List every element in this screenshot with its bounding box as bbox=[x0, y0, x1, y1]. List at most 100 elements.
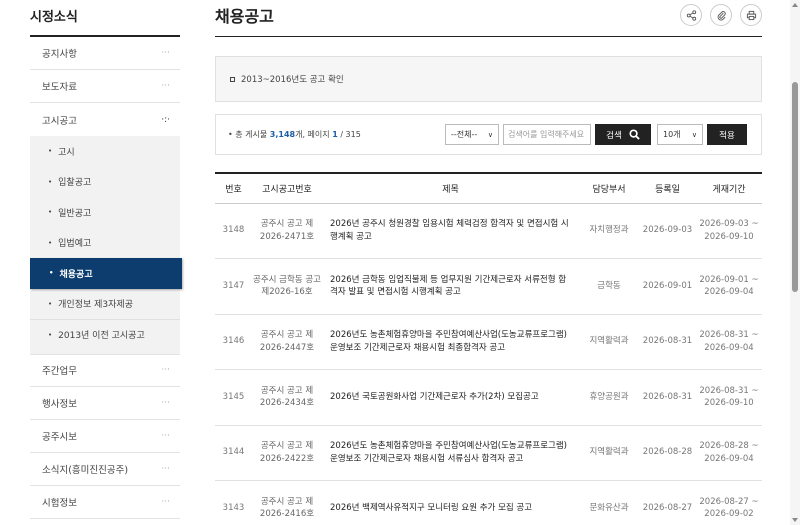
apply-button[interactable]: 적용 bbox=[707, 124, 747, 145]
row-title-link[interactable]: 2026년 국토공원화사업 기간제근로자 추가(2차) 모집공고 bbox=[322, 369, 579, 426]
row-period: 2026-08-31 ~ 2026-09-04 bbox=[696, 314, 762, 370]
current-page: 1 bbox=[332, 130, 338, 139]
per-page-value: 10개 bbox=[663, 130, 681, 139]
sidebar-item-press[interactable]: 보도자료 ··· bbox=[30, 70, 180, 103]
row-title-link[interactable]: 2026년 백제역사유적지구 모니터링 요원 추가 모집 공고 bbox=[322, 480, 579, 525]
row-dept: 문화유산과 bbox=[579, 480, 639, 525]
sidebar-title: 시정소식 bbox=[30, 0, 180, 37]
bullet-icon: • bbox=[48, 299, 53, 308]
print-icon bbox=[746, 10, 756, 20]
bullet-icon: • bbox=[48, 208, 53, 217]
scroll-down-icon[interactable] bbox=[792, 518, 798, 522]
row-dept: 자치행정과 bbox=[579, 203, 639, 259]
submenu-item-bid[interactable]: • 입찰공고 bbox=[30, 167, 180, 198]
print-button[interactable] bbox=[740, 4, 762, 26]
sidebar-item-label: 행사정보 bbox=[42, 398, 77, 410]
sidebar-item-notices[interactable]: 공지사항 ··· bbox=[30, 37, 180, 70]
submenu-item-legislation[interactable]: • 입법예고 bbox=[30, 228, 180, 259]
page-scrollbar[interactable] bbox=[790, 0, 800, 525]
main-content: 채용공고 2013~2016년도 공고 확인 • 총 게시물 3,148개, 페… bbox=[215, 0, 762, 525]
row-title-link[interactable]: 2026년도 농촌체험휴양마을 주민참여예산사업(도농교류프로그램) 운영보조 … bbox=[322, 314, 579, 370]
submenu-label: 일반공고 bbox=[58, 208, 92, 219]
share-icon bbox=[686, 9, 696, 21]
scope-select[interactable]: --전체-- ∨ bbox=[445, 124, 499, 145]
archive-link[interactable]: 2013~2016년도 공고 확인 bbox=[241, 73, 344, 85]
row-date: 2026-09-03 bbox=[639, 203, 696, 259]
col-header-period: 게재기간 bbox=[696, 172, 762, 204]
sidebar-item-events[interactable]: 행사정보 ··· bbox=[30, 387, 180, 420]
sidebar-item-label: 주간업무 bbox=[42, 366, 77, 377]
search-button[interactable]: 검색 bbox=[595, 124, 651, 145]
sidebar-item-label: 시험정보 bbox=[42, 497, 77, 509]
sidebar-item-label: 소식지(흥미진진공주) bbox=[42, 464, 129, 476]
more-dots-icon: ··· bbox=[161, 463, 170, 474]
submenu-label: 채용공고 bbox=[59, 269, 93, 280]
submenu-item-privacy[interactable]: • 개인정보 제3자제공 bbox=[30, 289, 180, 320]
scroll-thumb[interactable] bbox=[792, 82, 798, 292]
archive-notice-box: 2013~2016년도 공고 확인 bbox=[215, 56, 762, 102]
sidebar-item-announcements[interactable]: 고시공고 ·:· bbox=[30, 103, 180, 136]
sidebar-item-weekly[interactable]: 주간업무 ··· bbox=[30, 353, 180, 387]
sidebar-item-newsletter[interactable]: 소식지(흥미진진공주) ··· bbox=[30, 453, 180, 486]
clip-icon bbox=[717, 10, 726, 20]
submenu-item-general[interactable]: • 일반공고 bbox=[30, 197, 180, 228]
sidebar-item-label: 고시공고 bbox=[42, 115, 77, 127]
row-dept: 금학동 bbox=[579, 258, 639, 315]
count-total: 3,148 bbox=[269, 130, 296, 139]
table-row[interactable]: 3145 공주시 공고 제2026-2434호 2026년 국토공원화사업 기간… bbox=[215, 369, 762, 426]
share-button[interactable] bbox=[680, 4, 702, 26]
col-header-number: 번호 bbox=[215, 172, 252, 204]
submenu-item-notice[interactable]: • 고시 bbox=[30, 136, 180, 167]
row-code: 공주시 공고 제2026-2416호 bbox=[252, 480, 322, 525]
submenu-label: 2013년 이전 고시공고 bbox=[58, 331, 145, 342]
row-period: 2026-09-01 ~ 2026-09-04 bbox=[696, 258, 762, 315]
table-row[interactable]: 3148 공주시 공고 제2026-2471호 2026년 공주시 청원경찰 임… bbox=[215, 203, 762, 259]
bullet-icon: • bbox=[49, 269, 54, 278]
submenu-label: 입법예고 bbox=[58, 239, 92, 250]
row-dept: 휴양공원과 bbox=[579, 369, 639, 426]
sidebar-item-label: 보도자료 bbox=[42, 82, 77, 93]
search-input[interactable]: 검색어를 입력해주세요 bbox=[503, 124, 591, 145]
row-date: 2026-08-31 bbox=[639, 369, 696, 426]
title-actions bbox=[680, 4, 762, 26]
sidebar-item-gazette[interactable]: 공주시보 ··· bbox=[30, 420, 180, 453]
row-number: 3144 bbox=[215, 425, 252, 481]
table-row[interactable]: 3147 공주시 금학동 공고 제2026-16호 2026년 금학동 임업직불… bbox=[215, 258, 762, 315]
row-title-link[interactable]: 2026년 공주시 청원경찰 임용시험 체력검정 합격자 및 면접시험 시행계획… bbox=[322, 203, 579, 259]
square-bullet-icon bbox=[230, 76, 235, 82]
row-number: 3145 bbox=[215, 369, 252, 426]
table-row[interactable]: 3144 공주시 공고 제2026-2422호 2026년도 농촌체험휴양마을 … bbox=[215, 425, 762, 481]
row-period: 2026-08-28 ~ 2026-09-04 bbox=[696, 425, 762, 481]
table-row[interactable]: 3143 공주시 공고 제2026-2416호 2026년 백제역사유적지구 모… bbox=[215, 480, 762, 525]
recruitment-table: 번호 고시공고번호 제목 담당부서 등록일 게재기간 3148 공주시 공고 제… bbox=[215, 172, 762, 525]
col-header-code: 고시공고번호 bbox=[252, 172, 322, 204]
submenu-item-archive[interactable]: • 2013년 이전 고시공고 bbox=[30, 319, 180, 350]
bullet-icon: • bbox=[48, 147, 53, 156]
more-dots-icon: ··· bbox=[161, 430, 170, 441]
search-icon bbox=[629, 129, 640, 140]
search-button-label: 검색 bbox=[606, 130, 622, 141]
post-count: • 총 게시물 3,148개, 페이지 1 / 315 bbox=[228, 129, 445, 140]
row-date: 2026-08-27 bbox=[639, 480, 696, 525]
row-period: 2026-08-27 ~ 2026-09-02 bbox=[696, 480, 762, 525]
per-page-select[interactable]: 10개 ∨ bbox=[657, 124, 703, 145]
row-dept: 지역활력과 bbox=[579, 314, 639, 370]
sidebar-item-label: 공주시보 bbox=[42, 431, 77, 443]
col-header-date: 등록일 bbox=[639, 172, 696, 204]
row-date: 2026-08-31 bbox=[639, 314, 696, 370]
scroll-up-icon[interactable] bbox=[792, 3, 798, 7]
more-dots-icon: ··· bbox=[161, 397, 170, 408]
attach-button[interactable] bbox=[710, 4, 732, 26]
table-row[interactable]: 3146 공주시 공고 제2026-2447호 2026년도 농촌체험휴양마을 … bbox=[215, 314, 762, 370]
bullet-icon: • bbox=[228, 130, 233, 139]
row-code: 공주시 공고 제2026-2422호 bbox=[252, 425, 322, 481]
scope-value: --전체-- bbox=[451, 130, 478, 139]
more-dots-icon: ··· bbox=[161, 48, 170, 58]
row-title-link[interactable]: 2026년도 농촌체험휴양마을 주민참여예산사업(도농교류프로그램) 운영보조 … bbox=[322, 425, 579, 481]
row-date: 2026-08-28 bbox=[639, 425, 696, 481]
row-title-link[interactable]: 2026년 금학동 임업직불제 등 업무지원 기간제근로자 서류전형 합격자 발… bbox=[322, 258, 579, 315]
row-number: 3146 bbox=[215, 314, 252, 370]
sidebar-item-exams[interactable]: 시험정보 ··· bbox=[30, 486, 180, 519]
row-code: 공주시 공고 제2026-2471호 bbox=[252, 203, 322, 259]
submenu-item-recruitment[interactable]: • 채용공고 bbox=[30, 258, 182, 289]
